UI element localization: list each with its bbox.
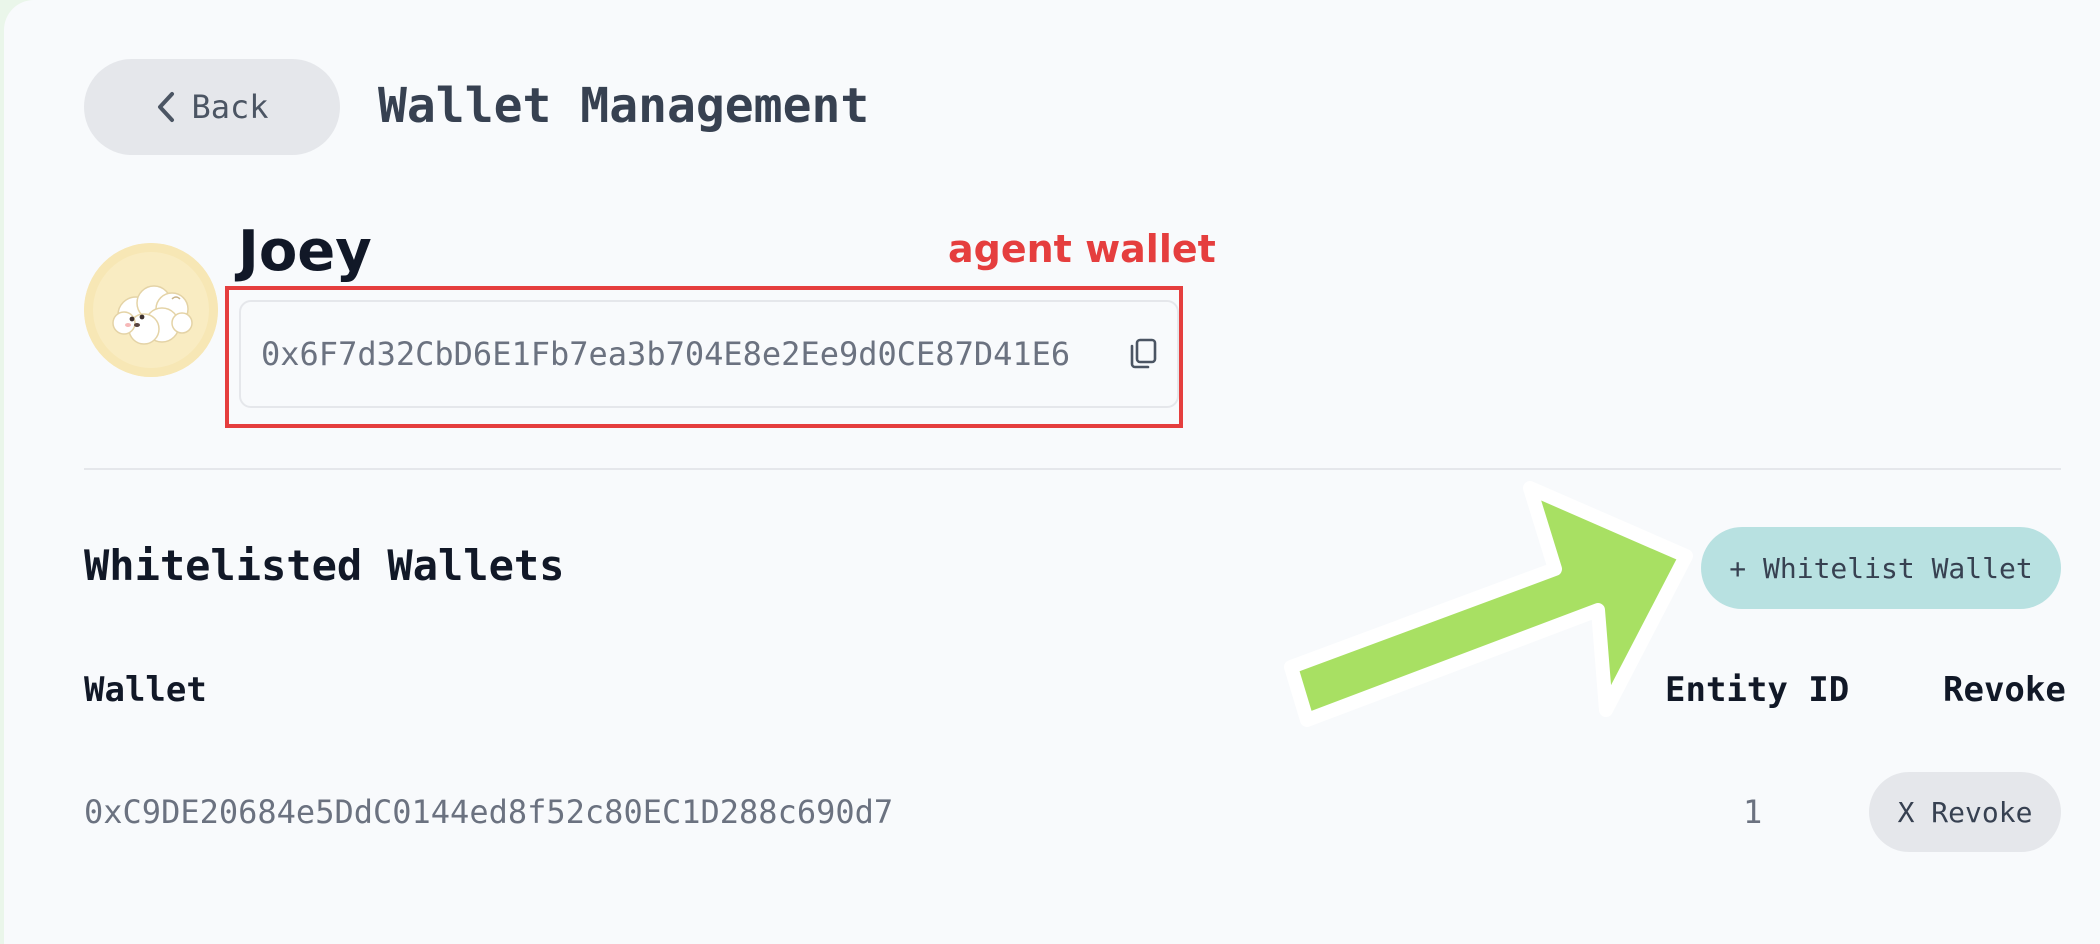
page-title: Wallet Management bbox=[378, 78, 870, 134]
column-header-entity-id: Entity ID bbox=[1665, 670, 1850, 710]
whitelist-wallet-button[interactable]: + Whitelist Wallet bbox=[1701, 527, 2061, 609]
revoke-button-label: X Revoke bbox=[1897, 795, 2033, 829]
wallet-management-panel: Back Wallet Management Joey agent wallet bbox=[4, 0, 2100, 944]
agent-wallet-annotation-label: agent wallet bbox=[948, 227, 1216, 271]
agent-wallet-highlight-box bbox=[225, 286, 1183, 428]
whitelist-wallet-button-label: + Whitelist Wallet bbox=[1729, 551, 2033, 585]
section-divider bbox=[84, 468, 2061, 470]
whitelisted-wallets-title: Whitelisted Wallets bbox=[84, 541, 565, 590]
back-button-label: Back bbox=[191, 88, 269, 126]
agent-name: Joey bbox=[238, 219, 372, 284]
column-header-revoke: Revoke bbox=[1943, 670, 2066, 710]
chevron-left-icon bbox=[155, 90, 177, 124]
row-entity-id: 1 bbox=[1743, 793, 1763, 831]
revoke-button[interactable]: X Revoke bbox=[1869, 772, 2061, 852]
row-wallet-address: 0xC9DE20684e5DdC0144ed8f52c80EC1D288c690… bbox=[84, 793, 894, 831]
column-header-wallet: Wallet bbox=[84, 670, 207, 710]
back-button[interactable]: Back bbox=[84, 59, 340, 155]
fluffy-dog-avatar-icon bbox=[84, 243, 218, 377]
avatar bbox=[84, 243, 218, 377]
